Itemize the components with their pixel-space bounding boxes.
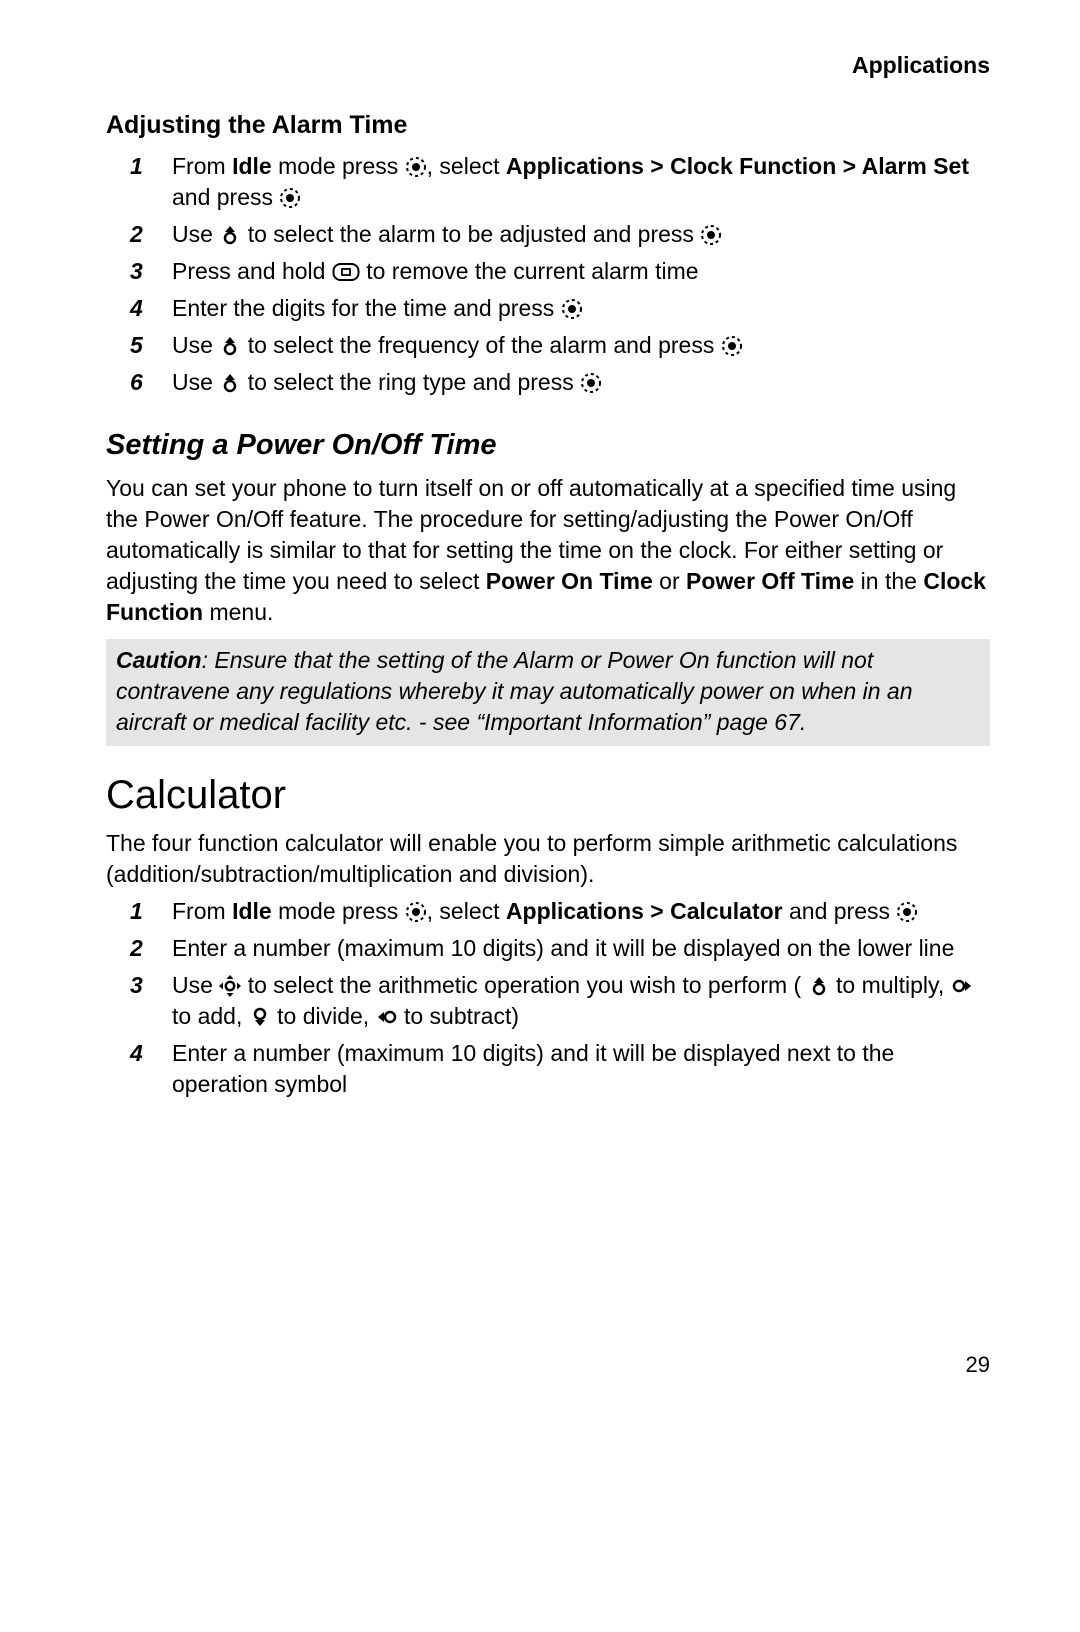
clear-key-icon xyxy=(332,261,360,283)
caution-text: : Ensure that the setting of the Alarm o… xyxy=(116,647,913,735)
section-header: Applications xyxy=(106,50,990,81)
nav-up-icon xyxy=(219,335,241,357)
alarm-step-2: Use to select the alarm to be adjusted a… xyxy=(130,219,990,250)
alarm-steps-list: From Idle mode press , select Applicatio… xyxy=(106,151,990,398)
calc-step-4: Enter a number (maximum 10 digits) and i… xyxy=(130,1038,990,1100)
center-select-icon xyxy=(405,901,427,923)
center-select-icon xyxy=(561,298,583,320)
calculator-intro: The four function calculator will enable… xyxy=(106,828,990,890)
calc-step-2: Enter a number (maximum 10 digits) and i… xyxy=(130,933,990,964)
page: Applications Adjusting the Alarm Time Fr… xyxy=(0,0,1080,1632)
center-select-icon xyxy=(721,335,743,357)
page-number: 29 xyxy=(106,1350,990,1380)
calc-step-3: Use to select the arithmetic operation y… xyxy=(130,970,990,1032)
alarm-step-5: Use to select the frequency of the alarm… xyxy=(130,330,990,361)
heading-adjusting-alarm: Adjusting the Alarm Time xyxy=(106,109,990,143)
heading-power-onoff: Setting a Power On/Off Time xyxy=(106,426,990,465)
center-select-icon xyxy=(580,372,602,394)
center-select-icon xyxy=(896,901,918,923)
alarm-step-3: Press and hold to remove the current ala… xyxy=(130,256,990,287)
nav-right-icon xyxy=(951,975,973,997)
caution-label: Caution xyxy=(116,647,202,673)
nav-left-icon xyxy=(376,1006,398,1028)
heading-calculator: Calculator xyxy=(106,768,990,822)
calculator-steps-list: From Idle mode press , select Applicatio… xyxy=(106,896,990,1100)
nav-all-icon xyxy=(219,975,241,997)
power-paragraph: You can set your phone to turn itself on… xyxy=(106,473,990,628)
alarm-step-1: From Idle mode press , select Applicatio… xyxy=(130,151,990,213)
nav-up-icon xyxy=(219,224,241,246)
center-select-icon xyxy=(279,187,301,209)
calc-step-1: From Idle mode press , select Applicatio… xyxy=(130,896,990,927)
nav-up-icon xyxy=(808,975,830,997)
nav-down-icon xyxy=(249,1006,271,1028)
center-select-icon xyxy=(405,156,427,178)
alarm-step-6: Use to select the ring type and press xyxy=(130,367,990,398)
alarm-step-4: Enter the digits for the time and press xyxy=(130,293,990,324)
caution-box: Caution: Ensure that the setting of the … xyxy=(106,639,990,746)
center-select-icon xyxy=(700,224,722,246)
nav-up-icon xyxy=(219,372,241,394)
